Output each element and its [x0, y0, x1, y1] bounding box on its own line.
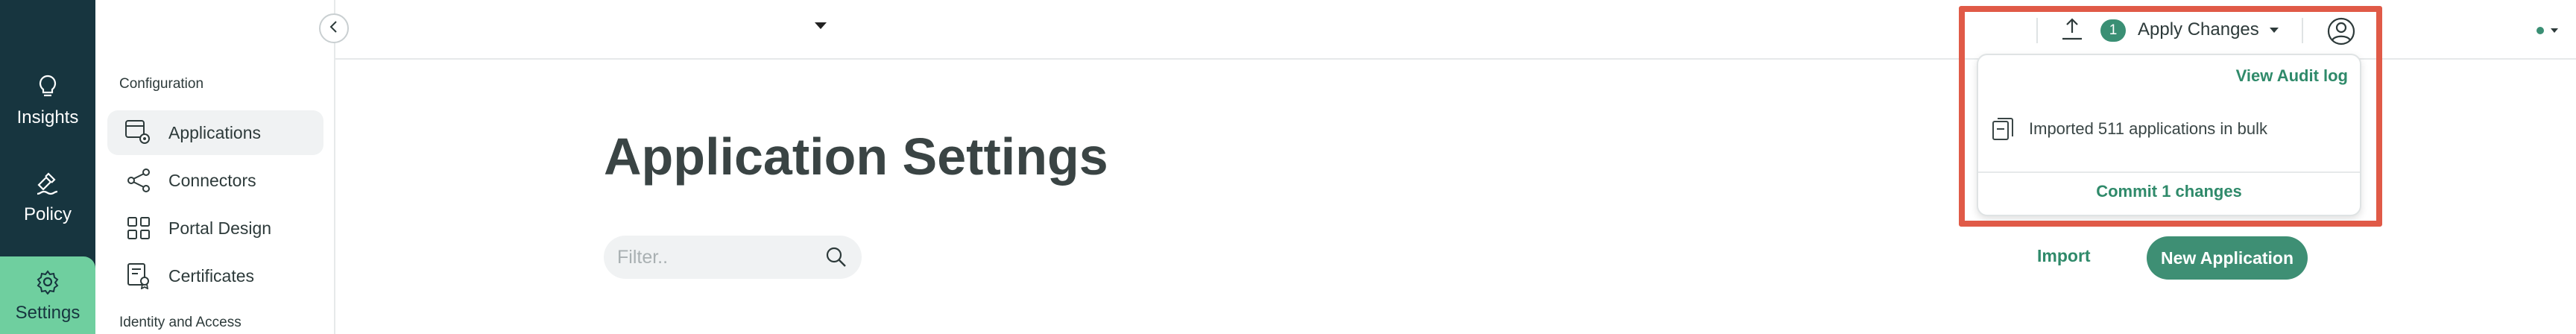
sidebar-section-configuration: Configuration [119, 76, 204, 92]
status-caret-icon[interactable] [2551, 28, 2558, 33]
rail-item-label: Settings [15, 303, 80, 323]
gavel-icon [33, 168, 63, 198]
context-dropdown-caret-icon[interactable] [815, 22, 827, 29]
sidebar-item-applications[interactable]: Applications [107, 110, 323, 155]
pending-changes-badge: 1 [2100, 19, 2126, 42]
page-title: Application Settings [604, 127, 1108, 186]
filter-field [604, 236, 862, 279]
sidebar-item-portal-design[interactable]: Portal Design [107, 206, 323, 250]
sidebar-section-identity: Identity and Access [119, 315, 242, 330]
primary-nav-rail: Insights Policy Settings [0, 0, 95, 334]
share-nodes-icon [124, 166, 154, 195]
certificate-icon [124, 261, 154, 291]
rail-item-label: Insights [16, 107, 79, 127]
change-list-item: Imported 511 applications in bulk [1990, 116, 2267, 142]
sidebar-item-label: Portal Design [168, 218, 272, 238]
sidebar-item-label: Connectors [168, 170, 256, 190]
apply-changes-caret-icon[interactable] [2270, 28, 2279, 33]
user-account-icon[interactable] [2326, 16, 2356, 46]
bulk-import-icon [1990, 116, 2015, 142]
applications-gear-icon [124, 118, 154, 148]
apply-changes-button[interactable]: Apply Changes [2138, 19, 2259, 40]
rail-item-policy[interactable]: Policy [0, 168, 95, 243]
search-icon[interactable] [824, 245, 848, 269]
rail-item-insights[interactable]: Insights [0, 72, 95, 146]
view-audit-log-link[interactable]: View Audit log [2236, 66, 2348, 86]
gear-icon [33, 267, 63, 297]
commit-changes-button[interactable]: Commit 1 changes [1978, 182, 2360, 201]
sidebar-item-certificates[interactable]: Certificates [107, 253, 323, 298]
chevron-left-icon [329, 20, 339, 37]
new-application-button[interactable]: New Application [2147, 236, 2308, 280]
rail-item-settings[interactable]: Settings [0, 256, 95, 334]
import-button[interactable]: Import [2037, 246, 2091, 266]
lightbulb-icon [33, 72, 63, 101]
upload-icon[interactable] [2059, 15, 2086, 42]
settings-sidebar: Configuration Applications Connectors Po… [95, 0, 335, 334]
sidebar-item-connectors[interactable]: Connectors [107, 158, 323, 203]
topbar-divider [2302, 18, 2303, 43]
grid-icon [124, 213, 154, 243]
topbar-divider [2036, 18, 2038, 43]
change-description: Imported 511 applications in bulk [2029, 119, 2268, 138]
sidebar-item-label: Certificates [168, 265, 255, 286]
rail-item-label: Policy [23, 204, 72, 224]
status-indicator-dot[interactable] [2536, 27, 2544, 34]
panel-divider [1978, 171, 2360, 173]
filter-input[interactable] [617, 246, 811, 268]
pending-changes-dropdown: View Audit log Imported 511 applications… [1977, 54, 2361, 216]
sidebar-item-label: Applications [168, 122, 262, 142]
collapse-sidebar-button[interactable] [319, 13, 349, 43]
